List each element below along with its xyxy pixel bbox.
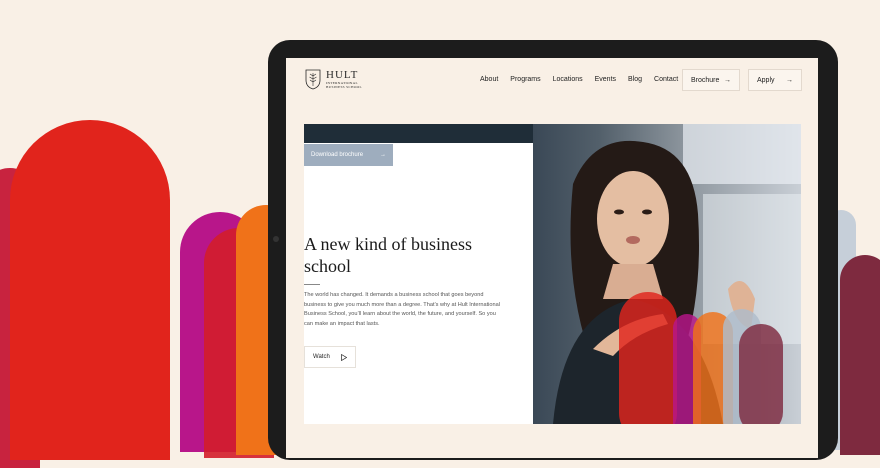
- brochure-button-label: Brochure: [691, 76, 720, 84]
- watch-button[interactable]: Watch: [304, 346, 356, 368]
- brochure-button[interactable]: Brochure →: [682, 69, 740, 91]
- logo-subtitle-line1: INTERNATIONAL: [326, 80, 358, 85]
- camera-dot: [273, 236, 279, 242]
- logo-subtitle-line2: BUSINESS SCHOOL: [326, 84, 362, 89]
- nav-events[interactable]: Events: [595, 76, 616, 83]
- nav-about[interactable]: About: [480, 76, 498, 83]
- watch-button-label: Watch: [313, 354, 330, 360]
- hero-body-text: The world has changed. It demands a busi…: [304, 292, 500, 327]
- website-screen: HULT INTERNATIONAL BUSINESS SCHOOL About…: [286, 58, 818, 458]
- decor-blob: [840, 255, 880, 455]
- logo[interactable]: HULT INTERNATIONAL BUSINESS SCHOOL: [304, 68, 362, 90]
- decor-blob: [10, 120, 170, 460]
- apply-button-label: Apply: [757, 76, 775, 84]
- tablet-device: HULT INTERNATIONAL BUSINESS SCHOOL About…: [268, 40, 838, 460]
- hult-crest-icon: [305, 69, 321, 90]
- logo-name: HULT: [326, 68, 359, 81]
- apply-button[interactable]: Apply →: [748, 69, 802, 91]
- nav-locations[interactable]: Locations: [553, 76, 583, 83]
- arrow-right-icon: →: [724, 76, 731, 84]
- arrow-right-icon: →: [786, 76, 793, 84]
- hero-headline: A new kind of business school: [304, 234, 472, 276]
- play-icon: [341, 353, 347, 361]
- nav-blog[interactable]: Blog: [628, 76, 642, 83]
- download-brochure-button[interactable]: Download brochure →: [304, 144, 393, 166]
- color-overlay-burgundy: [739, 324, 783, 424]
- color-overlay-red: [619, 292, 677, 424]
- divider: [304, 284, 320, 285]
- download-brochure-label: Download brochure: [311, 152, 364, 158]
- logo-text: HULT INTERNATIONAL BUSINESS SCHOOL: [326, 68, 362, 89]
- arrow-right-icon: →: [380, 152, 386, 158]
- site-header: HULT INTERNATIONAL BUSINESS SCHOOL About…: [286, 58, 818, 104]
- hero-photo: [533, 124, 801, 424]
- hero-top-bar: [304, 124, 533, 143]
- nav-programs[interactable]: Programs: [510, 76, 540, 83]
- nav-contact[interactable]: Contact: [654, 76, 678, 83]
- main-nav: About Programs Locations Events Blog Con…: [480, 76, 678, 83]
